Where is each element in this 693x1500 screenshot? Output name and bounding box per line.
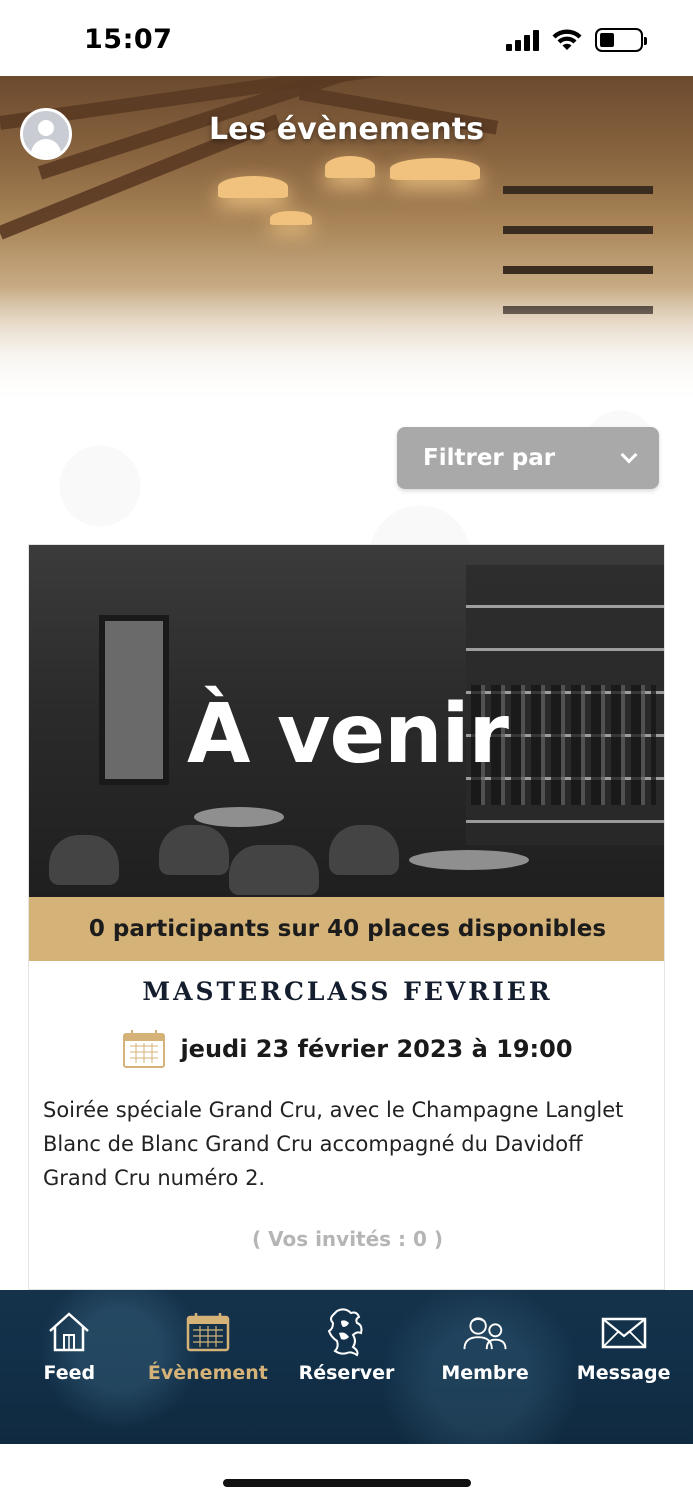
status-bar: 15:07 — [0, 0, 693, 76]
event-card[interactable]: À venir 0 participants sur 40 places dis… — [28, 544, 665, 1290]
participants-banner: 0 participants sur 40 places disponibles — [29, 897, 664, 961]
nav-label-message: Message — [576, 1362, 671, 1384]
page-title: Les évènements — [209, 112, 484, 147]
home-indicator[interactable] — [223, 1479, 471, 1487]
calendar-icon — [186, 1313, 230, 1352]
chevron-down-icon — [620, 446, 638, 464]
event-description: Soirée spéciale Grand Cru, avec le Champ… — [43, 1098, 624, 1190]
filter-label: Filtrer par — [423, 445, 556, 471]
bottom-navigation: Feed Évènement Réserver Membre Message — [0, 1290, 693, 1444]
wifi-icon — [552, 29, 582, 50]
nav-label-evenement: Évènement — [147, 1362, 268, 1384]
cellular-signal-icon — [506, 29, 539, 51]
envelope-icon — [601, 1317, 646, 1349]
event-title: MASTERCLASS FEVRIER — [142, 977, 553, 1006]
nav-item-feed[interactable]: Feed — [9, 1310, 129, 1444]
nav-item-reserver[interactable]: Réserver — [286, 1308, 406, 1444]
members-icon — [463, 1317, 507, 1350]
battery-icon — [595, 28, 647, 52]
event-image: À venir — [29, 545, 664, 897]
status-icons — [506, 28, 647, 52]
nav-label-reserver: Réserver — [298, 1362, 395, 1384]
nav-item-membre[interactable]: Membre — [425, 1310, 545, 1444]
nav-label-feed: Feed — [43, 1362, 96, 1384]
lion-crest-icon — [328, 1308, 363, 1357]
filter-dropdown[interactable]: Filtrer par — [397, 427, 659, 489]
event-status-overlay: À venir — [187, 687, 509, 782]
nav-label-membre: Membre — [441, 1362, 529, 1384]
calendar-icon — [123, 1030, 166, 1068]
guests-count: ( Vos invités : 0 ) — [251, 1227, 444, 1251]
nav-item-message[interactable]: Message — [564, 1310, 684, 1444]
nav-item-evenement[interactable]: Évènement — [148, 1310, 268, 1444]
house-icon — [49, 1312, 90, 1352]
event-date: jeudi 23 février 2023 à 19:00 — [180, 1035, 573, 1063]
status-time: 15:07 — [84, 24, 173, 55]
event-date-row: jeudi 23 février 2023 à 19:00 — [29, 1029, 664, 1069]
